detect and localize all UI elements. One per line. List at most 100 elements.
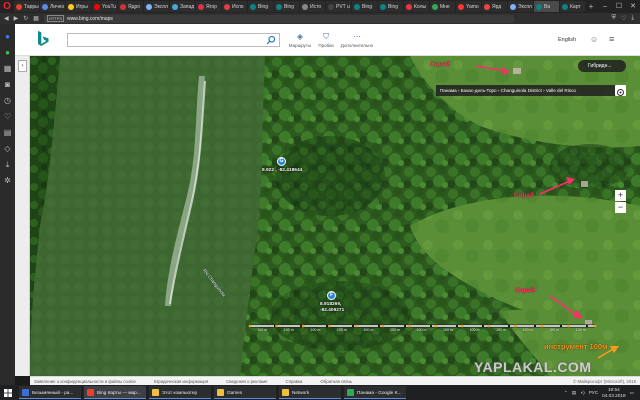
messenger-icon[interactable]: ● [3, 32, 12, 41]
bookmark-heart-icon[interactable]: ♡ [621, 15, 626, 22]
browser-tab[interactable]: Ядро [118, 1, 143, 12]
measure-vertex[interactable] [593, 324, 597, 328]
heart-icon[interactable]: ♡ [3, 112, 12, 121]
browser-tab[interactable]: Bing [248, 1, 273, 12]
browser-tab[interactable]: Тарры [14, 1, 39, 12]
browser-tab[interactable]: Bing [352, 1, 377, 12]
measure-vertex[interactable] [301, 324, 305, 328]
tab-title: Исто [310, 3, 322, 10]
measure-vertex[interactable] [514, 324, 517, 328]
notifications-icon[interactable]: ▭ [630, 390, 634, 396]
tab-favicon-icon [94, 3, 100, 10]
reload-icon[interactable]: ↻ [23, 15, 28, 22]
cube-icon[interactable]: ◇ [3, 144, 12, 153]
browser-tab[interactable]: Лично [40, 1, 65, 12]
url-field[interactable]: HTTPS www.bing.com/maps [43, 14, 514, 23]
map-pin-g[interactable]: G [277, 157, 286, 166]
map-pin-f[interactable]: F [327, 291, 336, 300]
back-icon[interactable]: ◀ [4, 15, 9, 22]
keyboard-language[interactable]: РУС [589, 390, 598, 395]
measure-vertex[interactable] [567, 324, 570, 328]
measure-vertex[interactable] [381, 324, 384, 328]
search-input[interactable] [67, 33, 280, 47]
network-icon[interactable]: ▤ [572, 390, 576, 396]
windows-start-button[interactable] [0, 385, 16, 400]
hamburger-menu-icon[interactable]: ≡ [609, 34, 614, 44]
zoom-in-button[interactable]: + [615, 190, 626, 201]
taskbar-window-button[interactable]: Bing Карты — мар... [84, 386, 146, 399]
measure-vertex[interactable] [487, 324, 491, 328]
locate-me-button[interactable] [615, 85, 626, 96]
taskbar-window-button[interactable]: Безымянный - pa... [19, 386, 81, 399]
new-tab-icon[interactable]: + [586, 2, 596, 11]
browser-tab[interactable]: Запад [170, 1, 195, 12]
browser-tab[interactable]: Ягор [196, 1, 221, 12]
measure-vertex[interactable] [434, 324, 438, 328]
account-icon[interactable]: ☺ [590, 35, 598, 44]
history-icon[interactable]: ◷ [3, 96, 12, 105]
browser-tab[interactable]: Мне [430, 1, 455, 12]
search-icon[interactable] [266, 35, 276, 45]
browser-tab[interactable]: Bing [274, 1, 299, 12]
browser-tab[interactable]: Исто [300, 1, 325, 12]
shield-icon[interactable]: ⛨ [611, 15, 616, 22]
taskbar-window-title: Этот компьютер [162, 389, 198, 395]
download-icon[interactable]: ⤓ [631, 15, 634, 22]
browser-tab[interactable]: Bing [378, 1, 403, 12]
volume-icon[interactable]: ◖) [580, 390, 584, 395]
settings-gear-icon[interactable]: ✲ [3, 176, 12, 185]
browser-tab[interactable]: Экспл [144, 1, 169, 12]
browser-tab[interactable]: Испо [222, 1, 247, 12]
camera-icon[interactable]: ◙ [3, 80, 12, 89]
help-link[interactable]: Справка [286, 379, 303, 384]
taskbar-window-button[interactable]: Network [279, 386, 341, 399]
measure-vertex[interactable] [248, 324, 252, 328]
browser-tab[interactable]: Ва [534, 1, 559, 12]
browser-tab[interactable]: Колы [404, 1, 429, 12]
measure-vertex[interactable] [407, 324, 411, 328]
feedback-link[interactable]: Обратная связь [320, 379, 352, 384]
side-panel-strip [15, 56, 30, 376]
location-breadcrumb[interactable]: Панама › Бокас-дель-Торо › Changuinola D… [436, 85, 616, 96]
language-link[interactable]: English [558, 37, 576, 43]
taskbar-window-button[interactable]: Games [214, 386, 276, 399]
browser-tab[interactable]: Экспл [508, 1, 533, 12]
taskbar-window-button[interactable]: Этот компьютер [149, 386, 211, 399]
browser-tab[interactable]: Ярд [482, 1, 507, 12]
clock[interactable]: 19:54 04.03.2018 [602, 387, 625, 398]
zoom-out-button[interactable]: − [615, 202, 626, 213]
browser-tab[interactable]: Игры [66, 1, 91, 12]
minimize-icon[interactable]: – [598, 0, 612, 13]
measure-segment-label: 100 m [283, 328, 294, 332]
speed-dial-icon[interactable]: ▦ [33, 15, 39, 22]
bing-logo-icon[interactable] [37, 31, 49, 49]
forward-icon[interactable]: ▶ [14, 15, 19, 22]
measure-vertex[interactable] [540, 324, 544, 328]
taskbar-window-button[interactable]: Панама - Google K... [344, 386, 406, 399]
close-icon[interactable]: ✕ [626, 0, 640, 13]
maximize-icon[interactable]: ☐ [612, 0, 626, 13]
expand-panel-icon[interactable]: › [18, 60, 27, 72]
privacy-link[interactable]: Заявление о конфиденциальности и файлы c… [34, 379, 136, 384]
downloads-icon[interactable]: ⤓ [3, 160, 12, 169]
browser-tab[interactable]: PVT u [326, 1, 351, 12]
browser-tab[interactable]: Yamo [456, 1, 481, 12]
speed-dial-icon[interactable]: ▦ [3, 64, 12, 73]
more-button[interactable]: ⋯ Дополнительно [337, 32, 377, 48]
tray-up-arrow-icon[interactable]: ⌃ [564, 390, 568, 396]
distance-measure-tool[interactable] [248, 324, 597, 328]
measure-vertex[interactable] [461, 324, 464, 328]
ads-link[interactable]: Сведения о рекламе [226, 379, 267, 384]
browser-tab[interactable]: Карт [560, 1, 585, 12]
measure-vertex[interactable] [275, 324, 278, 328]
browser-tab[interactable]: YouTu [92, 1, 117, 12]
news-icon[interactable]: ▤ [3, 128, 12, 137]
opera-menu-icon[interactable]: O [0, 0, 14, 13]
map-style-button[interactable]: Гибридн... [578, 60, 626, 72]
measure-vertex[interactable] [328, 324, 331, 328]
satellite-map[interactable]: 100 m 100 m 100 m 100 m 100 m 100 m 100 m 100 m… [30, 56, 640, 376]
measure-segment-label: 100 m [443, 328, 454, 332]
legal-link[interactable]: Юридическая информация [154, 379, 208, 384]
measure-vertex[interactable] [354, 324, 358, 328]
whatsapp-icon[interactable]: ● [3, 48, 12, 57]
